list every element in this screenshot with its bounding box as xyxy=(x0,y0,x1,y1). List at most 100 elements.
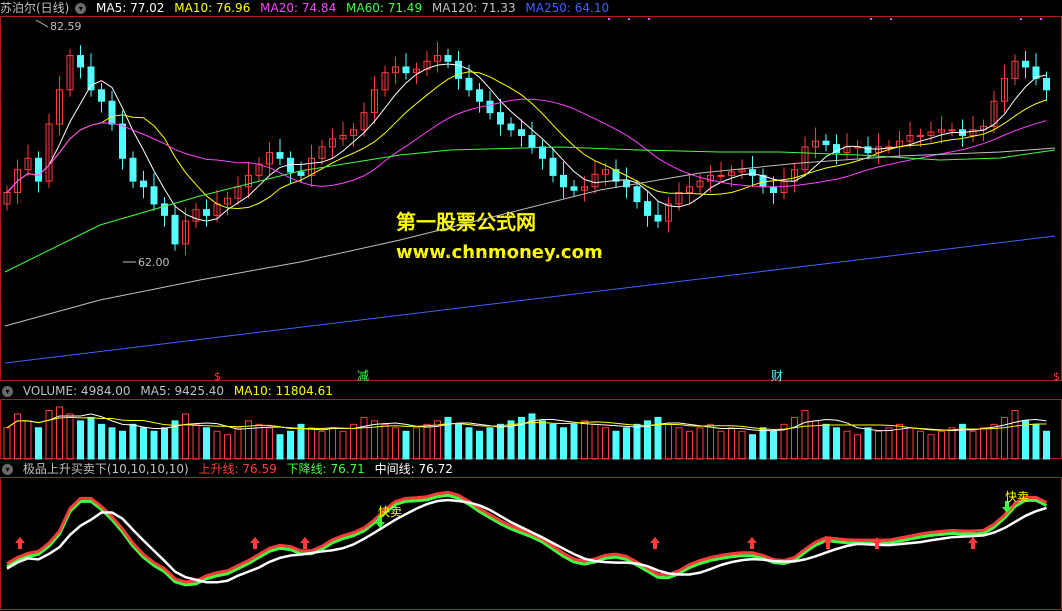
volume-bar xyxy=(381,423,389,460)
volume-bar xyxy=(413,427,420,460)
candle xyxy=(129,157,137,182)
volume-bar xyxy=(801,409,809,460)
up-line xyxy=(6,490,1048,584)
volume-bar xyxy=(108,427,116,460)
candle xyxy=(717,174,725,177)
buy-arrow-icon xyxy=(250,537,260,549)
volume-bar xyxy=(213,430,221,460)
volume-bar xyxy=(276,434,284,460)
volume-bar xyxy=(948,427,956,460)
candle xyxy=(759,174,767,188)
ma10-line xyxy=(6,71,1047,210)
volume-bar xyxy=(150,430,158,460)
sell-signal-label: 快卖 xyxy=(1005,490,1029,504)
volume-bar xyxy=(318,430,326,460)
volume-bar xyxy=(570,423,578,460)
volume-bar xyxy=(77,420,84,460)
candle xyxy=(654,214,662,222)
candle xyxy=(644,201,651,216)
candle xyxy=(518,129,525,136)
sell-signal-label: 快卖 xyxy=(378,505,402,519)
volume-bar xyxy=(707,423,714,460)
volume-bar xyxy=(98,423,105,460)
volume-bar xyxy=(392,427,399,460)
signal-dot xyxy=(628,18,630,20)
volume-bar xyxy=(833,427,840,460)
buy-arrow-icon xyxy=(300,537,310,549)
candle xyxy=(465,77,473,91)
dividend-marker: $ xyxy=(1053,370,1060,383)
candle xyxy=(948,129,956,132)
volume-bar xyxy=(3,427,11,460)
volume-bar xyxy=(234,427,242,460)
volume-bar xyxy=(560,427,567,460)
candle xyxy=(455,60,462,79)
volume-bar xyxy=(45,409,53,460)
stock-chart[interactable]: 82.5962.00减 财$ $快卖快卖 xyxy=(0,0,1062,611)
candle xyxy=(822,140,830,146)
volume-bar xyxy=(633,423,641,460)
event-marker: 财 xyxy=(771,369,783,383)
volume-bar xyxy=(402,430,410,460)
volume-bar xyxy=(192,423,200,460)
candle xyxy=(98,89,105,102)
signal-dot xyxy=(648,18,650,20)
volume-bar xyxy=(66,413,74,460)
candle xyxy=(486,100,494,114)
volume-bar xyxy=(1022,420,1029,460)
candle xyxy=(917,134,924,137)
high-price-marker: 82.59 xyxy=(50,20,82,33)
volume-bar xyxy=(938,430,945,460)
candle xyxy=(864,146,872,154)
volume-bar xyxy=(728,427,735,460)
volume-bar xyxy=(255,423,263,460)
volume-bar xyxy=(161,427,168,460)
candle xyxy=(297,171,305,176)
ma20-line xyxy=(6,98,1047,193)
volume-bar xyxy=(917,430,924,460)
high-marker-arrow xyxy=(35,19,49,28)
buy-arrow-icon xyxy=(747,537,757,549)
volume-bar xyxy=(87,416,95,460)
candle xyxy=(476,89,483,102)
candle xyxy=(203,209,210,216)
volume-bar xyxy=(182,413,189,460)
signal-dot xyxy=(608,18,610,20)
volume-bar xyxy=(822,423,830,460)
volume-bar xyxy=(864,427,872,460)
volume-bar xyxy=(329,427,336,460)
volume-bar xyxy=(129,423,137,460)
candle xyxy=(749,169,756,176)
volume-bar xyxy=(602,427,609,460)
volume-bar xyxy=(140,427,147,460)
volume-bar xyxy=(980,427,987,460)
volume-bar xyxy=(119,430,126,460)
signal-dot xyxy=(1020,18,1022,20)
volume-bar xyxy=(770,430,777,460)
buy-arrow-icon xyxy=(650,537,660,549)
volume-bar xyxy=(696,427,704,460)
volume-bar xyxy=(497,423,504,460)
candle xyxy=(35,157,42,182)
volume-bar xyxy=(539,420,546,460)
candle xyxy=(108,100,116,125)
volume-bar xyxy=(581,420,588,460)
event-marker: 减 xyxy=(357,369,369,383)
volume-bar xyxy=(665,423,672,460)
signal-dot xyxy=(870,18,872,20)
volume-bar xyxy=(1043,430,1050,460)
volume-bar xyxy=(465,427,473,460)
volume-bar xyxy=(486,427,494,460)
dividend-marker: $ xyxy=(214,370,221,383)
volume-bar xyxy=(675,427,683,460)
volume-bar xyxy=(476,430,483,460)
volume-bar xyxy=(791,416,798,460)
volume-bar xyxy=(990,423,998,460)
candle xyxy=(77,55,84,68)
volume-bar xyxy=(759,427,767,460)
volume-bar xyxy=(623,427,630,460)
candle xyxy=(633,186,641,203)
volume-bar xyxy=(591,423,599,460)
candle xyxy=(549,157,557,176)
candle xyxy=(539,146,546,159)
